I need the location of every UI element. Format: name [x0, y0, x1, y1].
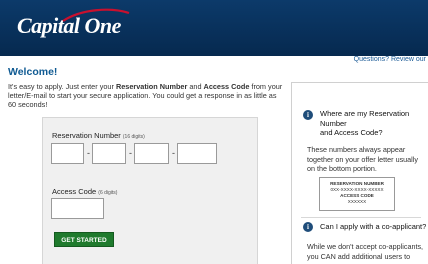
sample-code: XXXXXX [347, 199, 367, 204]
q1-line2: Number [320, 118, 347, 128]
reservation-label-text: Reservation Number [52, 131, 121, 140]
dash-3: - [172, 148, 175, 158]
help-question-1[interactable]: Where are my Reservation Number and Acce… [320, 109, 409, 138]
help-answer-1: These numbers always appear together on … [307, 145, 418, 174]
get-started-button[interactable]: GET STARTED [54, 232, 114, 247]
page-title: Welcome! [8, 66, 58, 78]
reservation-input-2[interactable] [92, 143, 126, 164]
a2-line2: you CAN add additional users to [307, 251, 411, 261]
help-divider [301, 217, 421, 218]
access-hint: (6 digits) [98, 190, 118, 196]
sample-code-title: ACCESS CODE [340, 193, 374, 198]
intro-and: and [187, 82, 204, 91]
intro-text: It's easy to apply. Just enter your Rese… [8, 82, 283, 110]
intro-prefix: It's easy to apply. Just enter your [8, 82, 116, 91]
questions-link[interactable]: Questions? Review our [354, 56, 426, 63]
logo-swoosh-icon [62, 8, 130, 22]
capital-one-logo[interactable]: Capital One [17, 8, 130, 39]
a1-line2: together on your offer letter usually [307, 154, 418, 164]
info-icon-2: i [303, 222, 313, 232]
access-code-input[interactable] [51, 198, 104, 219]
reservation-input-1[interactable] [51, 143, 84, 164]
a1-line1: These numbers always appear [307, 145, 406, 154]
a1-line3: on the bottom portion. [307, 164, 377, 173]
reservation-input-4[interactable] [177, 143, 217, 164]
intro-reservation-bold: Reservation Number [115, 82, 188, 91]
sample-title: RESERVATION NUMBER [330, 181, 384, 186]
q1-line1: Where are my Reservation [320, 109, 410, 118]
reservation-number-label: Reservation Number (16 digits) [52, 131, 145, 140]
dash-1: - [87, 148, 90, 158]
intro-access-bold: Access Code [203, 82, 250, 91]
a2-line1: While we don't accept co-applicants, [307, 242, 424, 251]
dash-2: - [129, 148, 132, 158]
access-code-label: Access Code (6 digits) [52, 187, 117, 196]
site-header: Capital One [0, 0, 428, 56]
reservation-hint: (16 digits) [122, 134, 145, 140]
q1-line3: and Access Code? [320, 128, 383, 137]
access-label-text: Access Code [52, 187, 97, 196]
reservation-input-3[interactable] [134, 143, 169, 164]
help-question-2[interactable]: Can I apply with a co-applicant? [320, 222, 426, 232]
help-answer-2: While we don't accept co-applicants, you… [307, 242, 423, 261]
info-icon: i [303, 110, 313, 120]
sample-letter-excerpt: RESERVATION NUMBER 0XX-XXXX-XXXX-XXXXX A… [319, 177, 395, 211]
